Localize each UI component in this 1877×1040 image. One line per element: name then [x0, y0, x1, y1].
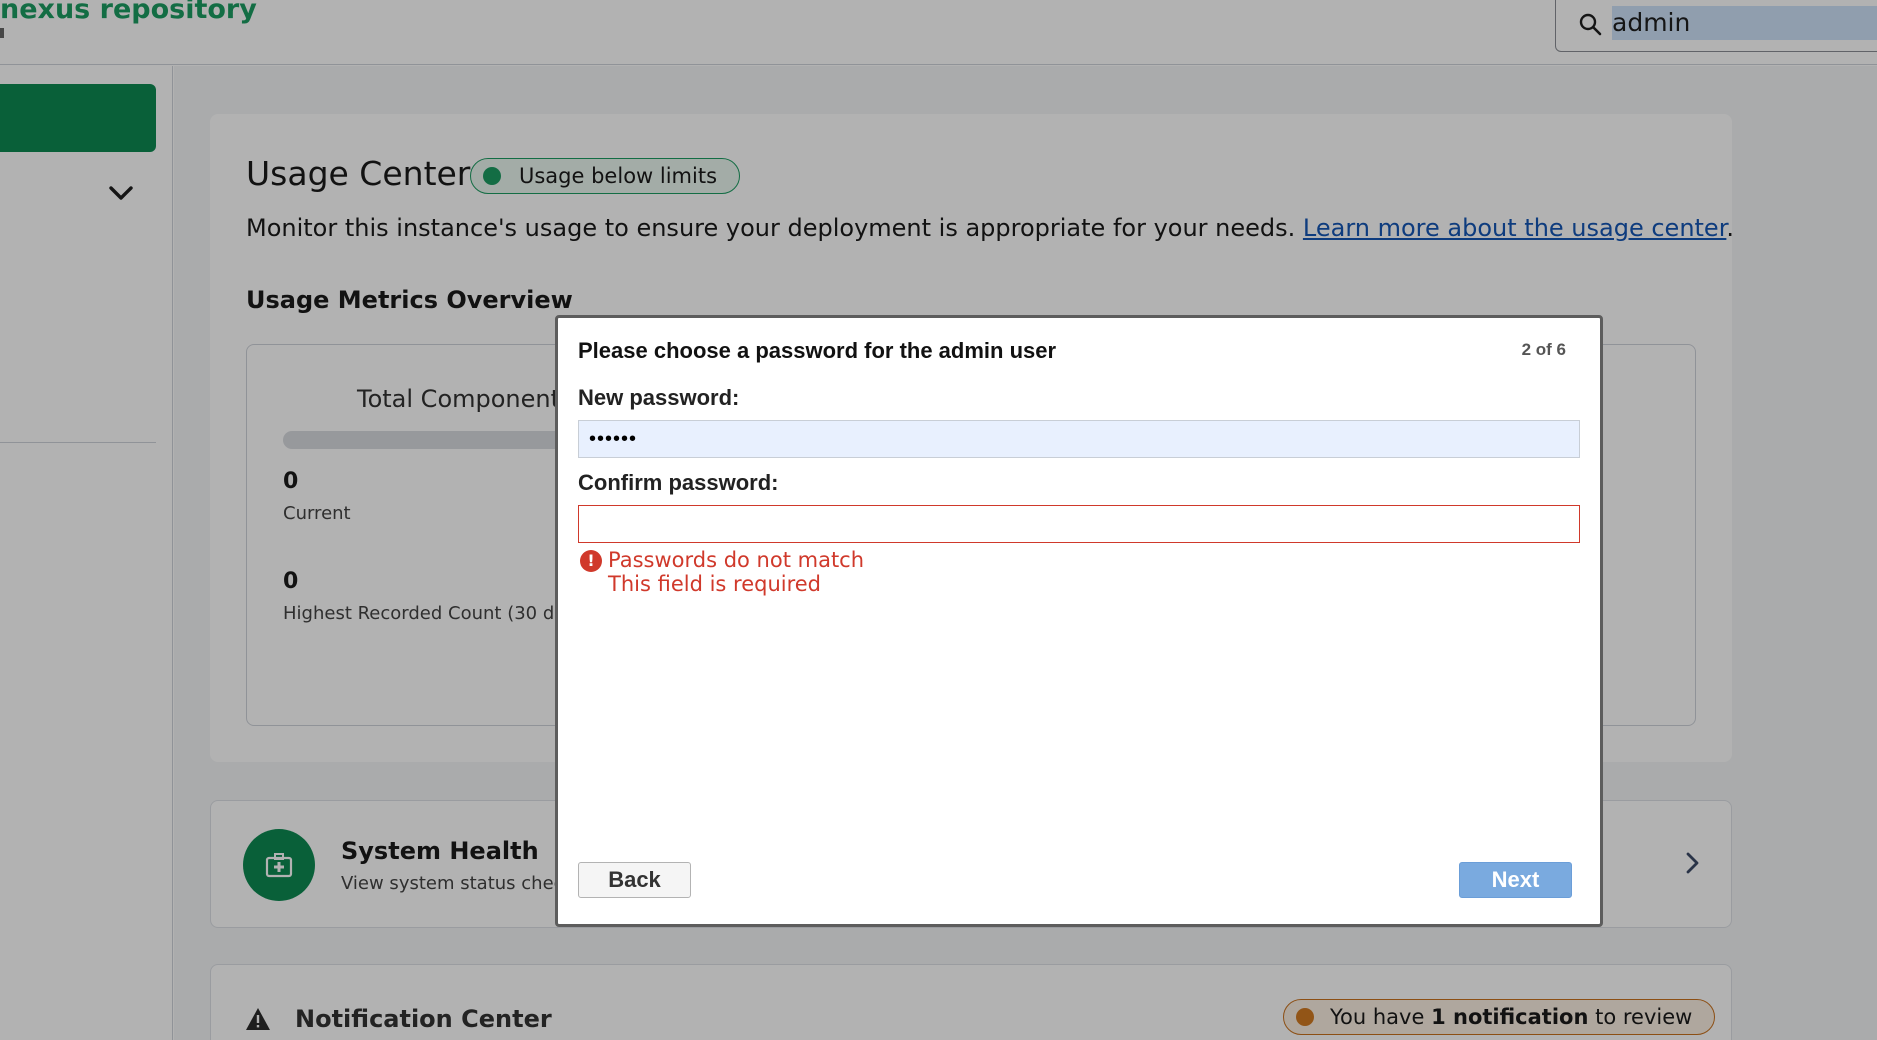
back-button[interactable]: Back	[578, 862, 691, 898]
dialog-title: Please choose a password for the admin u…	[578, 338, 1057, 363]
next-button[interactable]: Next	[1459, 862, 1572, 898]
wizard-step-indicator: 2 of 6	[1521, 340, 1566, 359]
new-password-input[interactable]	[578, 420, 1580, 458]
error-icon: !	[580, 550, 602, 572]
confirm-password-label: Confirm password:	[578, 470, 779, 495]
error-message-mismatch: Passwords do not match	[608, 548, 865, 572]
new-password-label: New password:	[578, 385, 740, 410]
error-message-required: This field is required	[608, 572, 822, 596]
confirm-password-input[interactable]	[578, 505, 1580, 543]
setup-wizard-dialog: Please choose a password for the admin u…	[555, 315, 1603, 927]
